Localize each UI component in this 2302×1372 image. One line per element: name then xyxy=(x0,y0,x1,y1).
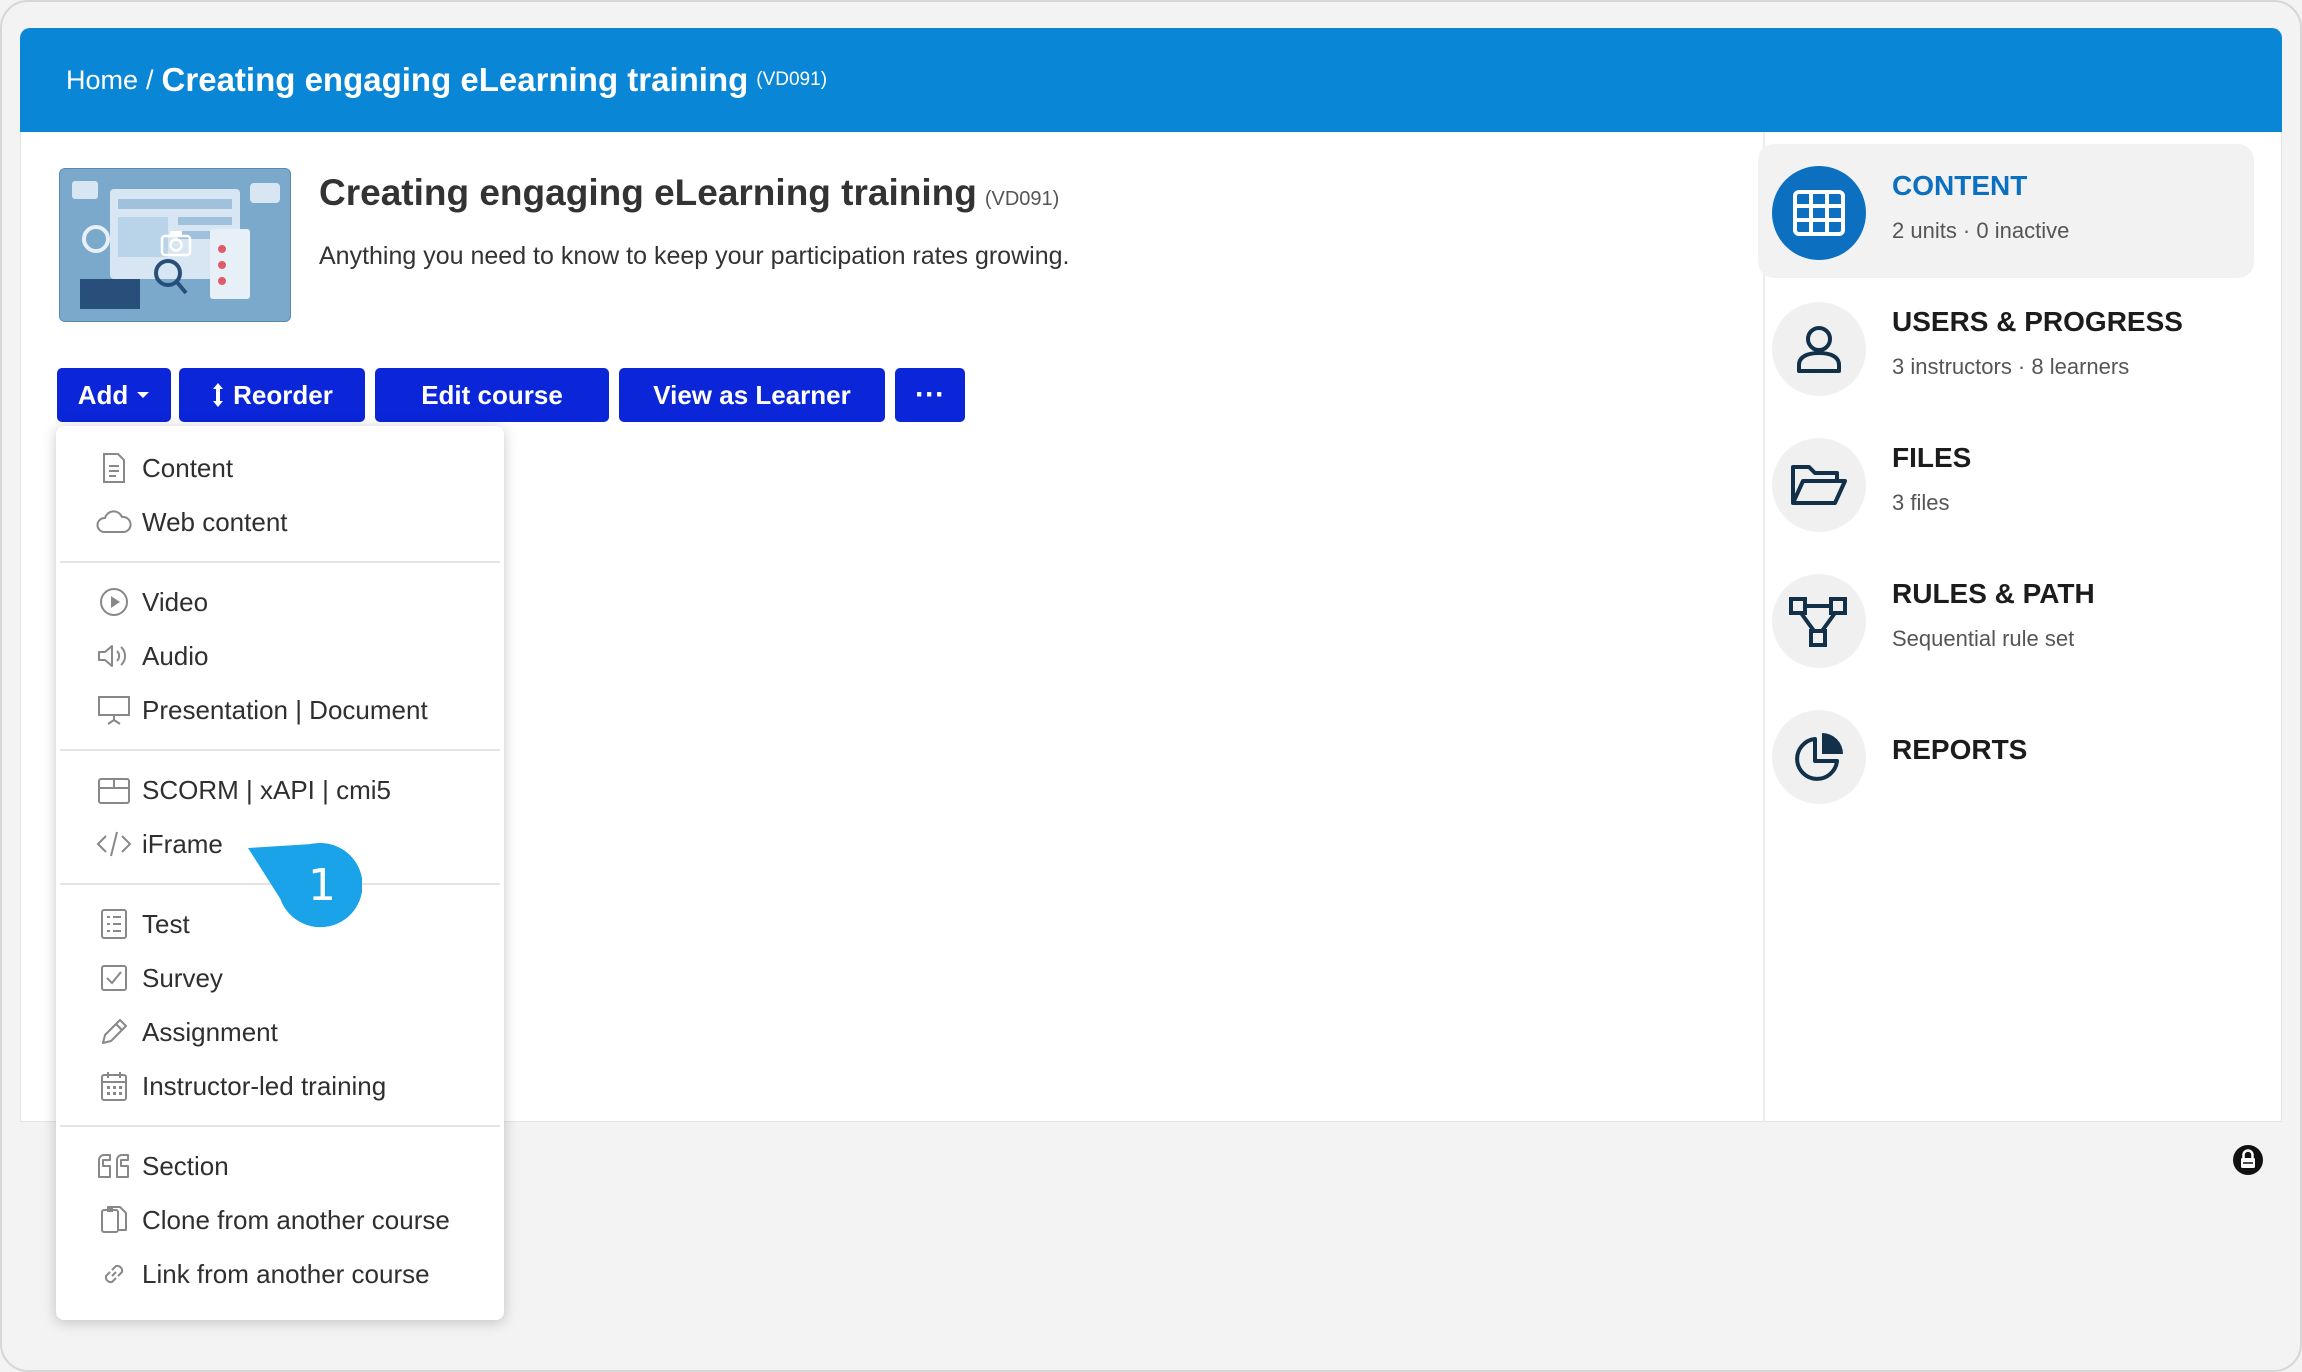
presentation-icon xyxy=(96,692,132,728)
breadcrumb-current: Creating engaging eLearning training xyxy=(161,61,749,98)
sidebar-item-title: REPORTS xyxy=(1892,734,2028,765)
menu-item-video[interactable]: Video xyxy=(96,582,208,622)
grid-icon xyxy=(1793,190,1845,236)
menu-separator xyxy=(60,1125,500,1127)
menu-item-web-content[interactable]: Web content xyxy=(96,502,288,542)
quote-icon xyxy=(96,1148,132,1184)
folder-open-icon xyxy=(1791,465,1847,505)
pie-icon-circle xyxy=(1772,710,1866,804)
menu-item-content[interactable]: Content xyxy=(96,448,233,488)
pie-chart-icon xyxy=(1795,733,1843,781)
breadcrumb-home-link[interactable]: Home xyxy=(66,65,138,96)
reorder-button[interactable]: Reorder xyxy=(179,368,365,422)
menu-item-instructor-led-training[interactable]: Instructor-led training xyxy=(96,1066,386,1106)
reorder-button-label: Reorder xyxy=(233,379,333,410)
menu-item-label: Assignment xyxy=(142,1016,278,1047)
user-icon xyxy=(1797,326,1841,373)
link-icon xyxy=(96,1256,132,1292)
edit-course-button[interactable]: Edit course xyxy=(375,368,609,422)
sidebar-item-title: FILES xyxy=(1892,442,1972,473)
menu-item-section[interactable]: Section xyxy=(96,1146,229,1186)
menu-item-label: Test xyxy=(142,908,190,939)
calendar-icon xyxy=(96,1068,132,1104)
view-as-learner-button[interactable]: View as Learner xyxy=(619,368,885,422)
menu-item-label: Video xyxy=(142,586,209,617)
menu-separator xyxy=(60,749,500,751)
menu-item-test[interactable]: Test xyxy=(96,904,190,944)
breadcrumb-separator: / xyxy=(146,64,154,95)
document-icon xyxy=(96,450,132,486)
menu-item-label: Clone from another course xyxy=(142,1204,450,1235)
add-button[interactable]: Add xyxy=(57,368,171,422)
view-as-learner-button-label: View as Learner xyxy=(653,379,851,410)
menu-item-label: Section xyxy=(142,1150,229,1181)
user-icon-circle xyxy=(1772,302,1866,396)
sidebar-item-content[interactable]: CONTENT 2 units · 0 inactive xyxy=(1758,144,2254,278)
sidebar-item-subtitle: 3 instructors · 8 learners xyxy=(1892,354,2130,379)
more-options-label: ··· xyxy=(915,378,945,411)
sidebar-item-files[interactable]: FILES 3 files xyxy=(1758,416,2254,550)
menu-item-survey[interactable]: Survey xyxy=(96,958,223,998)
checklist-icon xyxy=(96,906,132,942)
menu-item-assignment[interactable]: Assignment xyxy=(96,1012,278,1052)
vertical-arrows-icon xyxy=(213,383,224,407)
menu-item-scorm[interactable]: SCORM | xAPI | cmi5 xyxy=(96,770,391,810)
cloud-icon xyxy=(96,504,132,540)
folder-icon-circle xyxy=(1772,438,1866,532)
flow-icon xyxy=(1789,597,1847,647)
edit-course-button-label: Edit course xyxy=(421,379,563,410)
sidebar-item-reports[interactable]: REPORTS xyxy=(1758,688,2254,822)
page-header: Home / Creating engaging eLearning train… xyxy=(20,28,2282,132)
sidebar-item-title: RULES & PATH xyxy=(1892,578,2095,609)
menu-item-label: Survey xyxy=(142,962,223,993)
course-title-text: Creating engaging eLearning training xyxy=(319,172,977,213)
menu-item-label: SCORM | xAPI | cmi5 xyxy=(142,774,391,805)
clone-icon xyxy=(96,1202,132,1238)
course-title: Creating engaging eLearning training (VD0… xyxy=(319,172,1059,214)
menu-item-label: Web content xyxy=(142,506,288,537)
menu-item-label: Instructor-led training xyxy=(142,1070,387,1101)
callout-number: 1 xyxy=(308,860,336,911)
sidebar-item-subtitle: Sequential rule set xyxy=(1892,626,2075,651)
menu-item-label: Link from another course xyxy=(142,1258,430,1289)
menu-item-label: Audio xyxy=(142,640,209,671)
menu-item-link-course[interactable]: Link from another course xyxy=(96,1254,430,1294)
more-options-button[interactable]: ··· xyxy=(895,368,965,422)
flow-icon-circle xyxy=(1772,574,1866,668)
pencil-icon xyxy=(96,1014,132,1050)
lock-icon[interactable] xyxy=(2232,1144,2264,1176)
step-callout-marker: 1 xyxy=(246,840,363,930)
sidebar-item-users-progress[interactable]: USERS & PROGRESS 3 instructors · 8 learn… xyxy=(1758,280,2254,414)
checkbox-icon xyxy=(96,960,132,996)
sidebar-item-subtitle: 2 units · 0 inactive xyxy=(1892,218,2070,243)
camera-icon xyxy=(160,231,192,257)
menu-item-label: Content xyxy=(142,452,234,483)
menu-item-clone-course[interactable]: Clone from another course xyxy=(96,1200,450,1240)
course-thumbnail[interactable] xyxy=(59,168,291,322)
caret-down-icon xyxy=(137,392,150,398)
menu-item-label: iFrame xyxy=(142,828,223,859)
sidebar-item-subtitle: 3 files xyxy=(1892,490,1950,515)
menu-separator xyxy=(60,561,500,563)
app-window: Home / Creating engaging eLearning train… xyxy=(0,0,2302,1372)
code-icon xyxy=(96,826,132,862)
add-button-label: Add xyxy=(77,379,129,410)
menu-item-label: Presentation | Document xyxy=(142,694,428,725)
breadcrumb-code: (VD091) xyxy=(756,69,828,90)
sidebar-item-rules-path[interactable]: RULES & PATH Sequential rule set xyxy=(1758,552,2254,686)
course-code: (VD091) xyxy=(984,188,1060,210)
menu-item-iframe[interactable]: iFrame xyxy=(96,824,223,864)
sidebar-item-title: CONTENT xyxy=(1892,170,2028,201)
menu-item-audio[interactable]: Audio xyxy=(96,636,209,676)
play-icon xyxy=(96,584,132,620)
course-description: Anything you need to know to keep your p… xyxy=(319,242,1070,270)
grid-icon-circle xyxy=(1772,166,1866,260)
speaker-icon xyxy=(96,638,132,674)
menu-item-presentation[interactable]: Presentation | Document xyxy=(96,690,428,730)
sidebar-item-title: USERS & PROGRESS xyxy=(1892,306,2183,337)
package-icon xyxy=(96,772,132,808)
